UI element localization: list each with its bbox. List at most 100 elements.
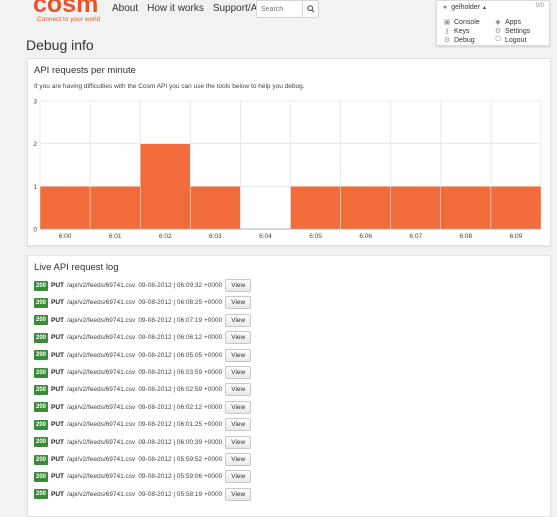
request-path: /api/v2/feeds/69741.csv [67,282,136,289]
status-badge: 200 [34,437,49,448]
menu-item-label: Debug [454,36,475,44]
request-timestamp: 09-08-2012 | 06:02:59 +0000 [138,386,223,394]
log-row: 200 PUT/api/v2/feeds/69741.csv 09-08-2012 … [34,366,252,379]
caret-up-icon: ▲ [482,4,487,11]
menu-item-apps[interactable]: ◆ Apps [494,18,521,27]
user-menu: ● gelholder ▲ 0/0 ▣ Console ⚷ Keys ⚙ Deb… [436,0,550,46]
debug-icon: ⚙ [443,37,451,44]
y-tick-label: 2 [33,141,37,148]
apps-icon: ◆ [495,19,501,26]
view-button[interactable]: View [225,366,252,379]
logout-icon: ⏻ [495,36,501,43]
chart-bar [39,186,91,230]
log-row: 200 PUT/api/v2/feeds/69741.csv 09-08-2012 … [34,418,252,432]
request-timestamp: 09-08-2012 | 06:02:12 +0000 [138,403,223,411]
request-method: PUT [51,403,65,411]
request-method: PUT [51,334,65,342]
view-button[interactable]: View [225,453,252,466]
x-tick-label: 6:08 [460,233,473,240]
view-button[interactable]: View [225,400,252,414]
api-requests-panel: API requests per minute If you are havin… [27,58,551,246]
request-method: PUT [51,282,65,289]
log-row: 200 PUT/api/v2/feeds/69741.csv 09-08-2012 … [34,348,252,362]
search-icon [306,5,315,13]
log-row: 200 PUT/api/v2/feeds/69741.csv 09-08-2012 … [34,453,252,466]
logo-wordmark: cosm [33,0,99,18]
x-tick-label: 6:02 [159,233,172,240]
log-row: 200 PUT/api/v2/feeds/69741.csv 09-08-2012 … [34,470,252,484]
menu-item-label: Console [454,18,480,26]
request-path: /api/v2/feeds/69741.csv [67,438,136,446]
status-badge: 200 [34,315,49,326]
y-tick-label: 1 [33,184,37,191]
nav-how-it-works-link[interactable]: How it works [147,3,204,15]
menu-item-debug[interactable]: ⚙ Debug [443,36,475,45]
status-badge: 200 [34,471,49,482]
menu-item-settings[interactable]: ⚙ Settings [494,27,531,36]
log-row: 200 PUT/api/v2/feeds/69741.csv 09-08-2012 … [34,400,252,414]
request-path: /api/v2/feeds/69741.csv [67,299,136,307]
request-timestamp: 09-08-2012 | 06:07:19 +0000 [138,316,223,324]
x-tick-label: 6:01 [109,233,122,240]
request-method: PUT [51,369,65,376]
menu-item-keys[interactable]: ⚷ Keys [443,27,469,36]
view-button[interactable]: View [225,418,252,432]
view-button[interactable]: View [225,348,252,362]
request-method: PUT [51,473,65,481]
view-button[interactable]: View [225,435,252,449]
menu-item-logout[interactable]: ⏻ Logout [494,36,526,44]
chart-bar [139,143,191,230]
x-tick-label: 6:09 [510,233,523,240]
menu-item-console[interactable]: ▣ Console [443,18,480,27]
view-button[interactable]: View [225,331,252,345]
request-timestamp: 09-08-2012 | 05:59:52 +0000 [138,456,223,463]
chart-bar [290,186,341,230]
request-timestamp: 09-08-2012 | 05:58:19 +0000 [138,490,223,498]
console-icon: ▣ [443,19,451,26]
status-badge: 200 [34,297,49,308]
log-row: 200 PUT/api/v2/feeds/69741.csv 09-08-2012 … [34,331,252,345]
view-button[interactable]: View [225,383,252,397]
view-button[interactable]: View [225,296,252,310]
status-badge: 200 [34,350,49,361]
request-path: /api/v2/feeds/69741.csv [67,421,136,429]
key-icon: ⚷ [444,28,450,35]
request-method: PUT [51,438,65,446]
search-input[interactable] [257,1,308,17]
view-button[interactable]: View [225,279,252,292]
user-menu-toggle[interactable]: ● gelholder ▲ [443,4,487,11]
status-badge: 200 [34,384,49,395]
status-badge: 200 [34,419,49,430]
request-timestamp: 09-08-2012 | 06:05:05 +0000 [138,351,223,359]
nav-about-link[interactable]: About [112,3,138,15]
status-badge: 200 [34,402,49,413]
request-method: PUT [51,299,65,307]
api-requests-chart: 0 1 2 3 6:00 6:01 6:02 6:03 6:04 6:05 6:06 6:07 6:08… [33,99,542,240]
x-tick-label: 6:03 [209,233,222,240]
menu-item-label: Settings [505,27,531,35]
x-tick-label: 6:07 [409,233,422,240]
request-timestamp: 09-08-2012 | 06:03:59 +0000 [138,369,223,376]
status-badge: 200 [34,280,49,291]
x-tick-label: 6:00 [59,233,72,240]
log-row: 200 PUT/api/v2/feeds/69741.csv 09-08-2012 … [34,487,252,501]
view-button[interactable]: View [225,313,252,327]
status-badge: 200 [34,489,49,500]
request-path: /api/v2/feeds/69741.csv [67,473,136,481]
request-timestamp: 09-08-2012 | 06:06:12 +0000 [138,334,223,342]
x-tick-label: 6:04 [259,233,272,240]
request-path: /api/v2/feeds/69741.csv [67,386,136,394]
cosm-logo[interactable]: cosm Connect to your world [33,0,113,26]
request-path: /api/v2/feeds/69741.csv [67,456,136,463]
y-tick-label: 0 [33,227,37,234]
request-timestamp: 09-08-2012 | 06:09:32 +0000 [138,282,223,289]
log-row: 200 PUT/api/v2/feeds/69741.csv 09-08-2012 … [34,296,252,310]
request-path: /api/v2/feeds/69741.csv [67,369,136,376]
request-method: PUT [51,490,65,498]
main-nav: About How it works Support/API [112,3,276,15]
view-button[interactable]: View [225,487,252,501]
search-button[interactable] [302,1,318,17]
request-timestamp: 09-08-2012 | 06:08:25 +0000 [138,299,223,307]
view-button[interactable]: View [225,470,252,484]
chart-bar [440,186,492,230]
